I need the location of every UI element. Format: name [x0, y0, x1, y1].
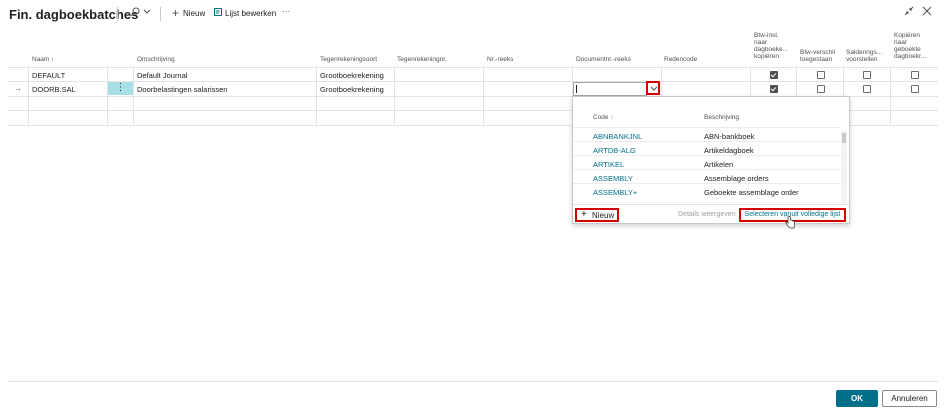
- grid-line: [28, 67, 29, 125]
- text-caret: [576, 85, 577, 93]
- close-icon[interactable]: [922, 6, 932, 19]
- column-header-btw-inst[interactable]: Btw-inst. naar dagboeke... kopiëren: [754, 32, 788, 60]
- grid-line: [8, 67, 938, 68]
- checkbox-kopieren[interactable]: [911, 85, 919, 93]
- lookup-row[interactable]: ABNBANKJNL ABN-bankboek: [573, 127, 841, 142]
- row-more-button[interactable]: ⋮: [108, 82, 133, 95]
- lookup-dropdown: Code ↑ Beschrijving ABNBANKJNL ABN-bankb…: [572, 96, 850, 224]
- plus-icon: +: [581, 209, 587, 220]
- dropdown-toggle-button[interactable]: [646, 81, 660, 95]
- column-header-omschrijving[interactable]: Omschrijving: [137, 56, 175, 63]
- grid-line: [483, 67, 484, 125]
- hand-cursor-icon: [785, 216, 795, 234]
- checkbox-btw-inst[interactable]: [770, 71, 778, 79]
- chevron-down-icon: [650, 86, 658, 91]
- cell-naam[interactable]: DOORB.SAL: [32, 85, 76, 94]
- lookup-description: Assemblage orders: [704, 174, 769, 183]
- column-header-tegenrekeningsoort[interactable]: Tegenrekeningsoort: [320, 56, 377, 63]
- checkbox-btw-verschil[interactable]: [817, 85, 825, 93]
- lookup-code[interactable]: ASSEMBLY+: [593, 188, 637, 197]
- grid-line: [394, 67, 395, 125]
- collapse-icon[interactable]: [904, 6, 914, 19]
- lookup-code[interactable]: ARTDB-ALG: [593, 146, 636, 155]
- checkbox-btw-inst[interactable]: [770, 85, 778, 93]
- checkbox-saldering[interactable]: [863, 85, 871, 93]
- header-divider: [160, 7, 161, 21]
- grid-line: [890, 67, 891, 125]
- cell-omschrijving[interactable]: Default Journal: [137, 71, 187, 80]
- column-header-redencode[interactable]: Redencode: [664, 56, 697, 63]
- plus-icon[interactable]: +: [172, 6, 179, 20]
- new-button[interactable]: Nieuw: [183, 9, 205, 18]
- cell-naam[interactable]: DEFAULT: [32, 71, 65, 80]
- page-header: Fin. dagboekbatches + Nieuw Lijst bewerk…: [0, 0, 945, 26]
- lookup-description: Geboekte assemblage order: [704, 188, 799, 197]
- edit-list-icon[interactable]: [214, 8, 223, 20]
- grid-line: [661, 67, 662, 96]
- column-header-btw-verschil[interactable]: Btw-verschil toegestaan: [800, 49, 836, 63]
- grid-line: [8, 81, 938, 82]
- grid-line: [107, 67, 108, 125]
- details-button[interactable]: Details weergeven: [678, 211, 736, 218]
- column-header-nr-reeks[interactable]: Nr.-reeks: [487, 56, 513, 63]
- lookup-code[interactable]: ASSEMBLY: [593, 174, 633, 183]
- lookup-column-beschrijving[interactable]: Beschrijving: [704, 114, 739, 121]
- grid-line: [133, 67, 134, 125]
- cancel-button[interactable]: Annuleren: [882, 390, 937, 407]
- column-header-naam[interactable]: Naam ↑: [32, 56, 54, 63]
- lookup-new-label: Nieuw: [592, 211, 615, 220]
- lookup-footer: + Nieuw Details weergeven Selecteren van…: [573, 204, 849, 224]
- checkbox-kopieren[interactable]: [911, 71, 919, 79]
- more-options-icon[interactable]: ···: [282, 7, 290, 16]
- lookup-code[interactable]: ABNBANKJNL: [593, 132, 642, 141]
- column-header-saldering[interactable]: Salderings... voorstellen: [846, 49, 886, 63]
- lookup-row[interactable]: ARTDB-ALG Artikeldagboek: [573, 141, 841, 156]
- scrollbar-thumb[interactable]: [842, 133, 846, 143]
- lookup-description: Artikelen: [704, 160, 734, 169]
- column-header-tegenrekeningnr[interactable]: Tegenrekeningnr.: [397, 56, 447, 63]
- page-title: Fin. dagboekbatches: [9, 7, 139, 22]
- search-icon[interactable]: [130, 7, 140, 20]
- lookup-code[interactable]: ARTIKEL: [593, 160, 624, 169]
- checkbox-saldering[interactable]: [863, 71, 871, 79]
- lookup-column-code[interactable]: Code ↑: [593, 114, 614, 121]
- cell-tegenrekeningsoort[interactable]: Grootboekrekening: [320, 85, 384, 94]
- lookup-row[interactable]: ASSEMBLY+ Geboekte assemblage order: [573, 183, 841, 198]
- lookup-new-button[interactable]: + Nieuw: [575, 208, 619, 222]
- lookup-row[interactable]: ARTIKEL Artikelen: [573, 155, 841, 170]
- grid-line: [316, 67, 317, 125]
- chevron-down-icon[interactable]: [143, 7, 151, 18]
- row-selected-arrow-icon: →: [14, 84, 22, 93]
- column-header-kopieren[interactable]: Kopiëren naar geboekte dagboekr...: [894, 32, 930, 60]
- cell-tegenrekeningsoort[interactable]: Grootboekrekening: [320, 71, 384, 80]
- documentnr-reeks-input[interactable]: [573, 82, 647, 96]
- lookup-description: Artikeldagboek: [704, 146, 754, 155]
- column-header-documentnr-reeks[interactable]: Documentnr.-reeks: [576, 56, 631, 63]
- footer-divider: [8, 381, 938, 382]
- grid-line: [750, 67, 751, 96]
- edit-list-button[interactable]: Lijst bewerken: [225, 9, 276, 18]
- cell-omschrijving[interactable]: Doorbelastingen salarissen: [137, 85, 227, 94]
- lookup-scrollbar[interactable]: [841, 131, 847, 203]
- ok-button[interactable]: OK: [836, 390, 878, 407]
- grid-line: [796, 67, 797, 96]
- lookup-row[interactable]: ASSEMBLY Assemblage orders: [573, 169, 841, 184]
- lookup-description: ABN-bankboek: [704, 132, 755, 141]
- grid-line: [843, 67, 844, 96]
- checkbox-btw-verschil[interactable]: [817, 71, 825, 79]
- header-divider: [117, 7, 118, 21]
